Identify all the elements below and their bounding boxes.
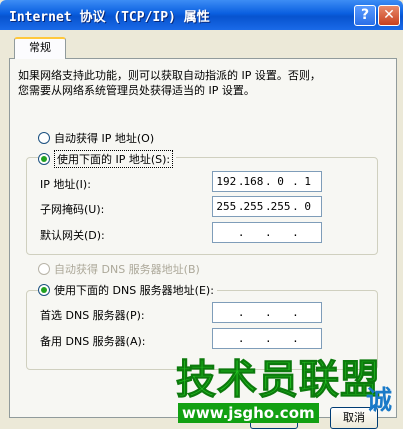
watermark-url: www.jsgho.com (178, 403, 319, 423)
ip-dot: . (237, 200, 245, 213)
description: 如果网络支持此功能，则可以获取自动指派的 IP 设置。否则， 您需要从网络系统管… (18, 68, 378, 98)
ip-octet: 192 (216, 175, 237, 188)
description-line-2: 您需要从网络系统管理员处获得适当的 IP 设置。 (18, 84, 255, 97)
subnet-mask-input[interactable]: 255. 255. 255. 0 (212, 196, 322, 217)
ip-octet: 0 (277, 175, 284, 188)
radio-auto-dns-label: 自动获得 DNS 服务器地址(B) (54, 263, 200, 276)
alternate-dns-input[interactable]: . . . (212, 328, 322, 349)
default-gateway-input[interactable]: . . . (212, 222, 322, 243)
ip-address-label: IP 地址(I): (40, 178, 91, 191)
radio-manual-ip[interactable]: 使用下面的 IP 地址(S): (38, 150, 177, 168)
radio-manual-ip-label: 使用下面的 IP 地址(S): (54, 150, 174, 168)
ip-dot: . (237, 332, 245, 345)
ip-dot: . (264, 226, 272, 239)
ip-dot: . (292, 306, 299, 319)
ip-octet: 1 (304, 175, 311, 188)
ip-dot: . (264, 306, 272, 319)
radio-manual-dns-label: 使用下面的 DNS 服务器地址(E): (54, 284, 214, 297)
ip-dot: . (264, 175, 272, 188)
window-title: Internet 协议 (TCP/IP) 属性 (9, 10, 210, 25)
watermark-char: 诚 (366, 386, 393, 416)
ip-dot: . (237, 306, 245, 319)
radio-auto-ip-label: 自动获得 IP 地址(O) (54, 132, 155, 145)
ip-dot: . (292, 200, 299, 213)
tab-general[interactable]: 常规 (14, 37, 66, 59)
ip-octet: 255 (216, 200, 237, 213)
ip-dot: . (264, 200, 272, 213)
subnet-mask-label: 子网掩码(U): (40, 203, 105, 216)
default-gateway-label: 默认网关(D): (40, 229, 105, 242)
watermark-title: 技术员联盟 (176, 357, 381, 403)
radio-auto-dns[interactable]: 自动获得 DNS 服务器地址(B) (38, 261, 200, 277)
ip-octet: 168 (243, 175, 264, 188)
ip-address-input[interactable]: 192. 168. 0. 1 (212, 171, 322, 192)
ip-octet: 255 (243, 200, 264, 213)
radio-auto-ip-circle[interactable] (38, 132, 50, 144)
radio-auto-dns-circle[interactable] (38, 263, 50, 275)
alternate-dns-label: 备用 DNS 服务器(A): (40, 335, 146, 348)
radio-manual-dns[interactable]: 使用下面的 DNS 服务器地址(E): (38, 282, 217, 298)
ip-octet: 255 (270, 200, 291, 213)
close-button[interactable]: ✕ (378, 5, 400, 26)
ip-dot: . (237, 175, 245, 188)
help-button[interactable]: ? (354, 5, 376, 26)
ip-octet: 0 (304, 200, 311, 213)
preferred-dns-input[interactable]: . . . (212, 302, 322, 323)
ip-dot: . (264, 332, 272, 345)
title-bar[interactable]: Internet 协议 (TCP/IP) 属性 ? ✕ (0, 0, 403, 30)
description-line-1: 如果网络支持此功能，则可以获取自动指派的 IP 设置。否则， (18, 69, 321, 82)
preferred-dns-label: 首选 DNS 服务器(P): (40, 309, 145, 322)
radio-manual-ip-circle[interactable] (38, 153, 50, 165)
radio-manual-dns-circle[interactable] (38, 284, 50, 296)
ip-dot: . (237, 226, 245, 239)
watermark-logo: 技术员联盟 诚 www.jsgho.com (176, 358, 403, 429)
radio-auto-ip[interactable]: 自动获得 IP 地址(O) (38, 130, 154, 146)
ip-dot: . (292, 332, 299, 345)
ip-dot: . (292, 226, 299, 239)
ip-dot: . (292, 175, 299, 188)
